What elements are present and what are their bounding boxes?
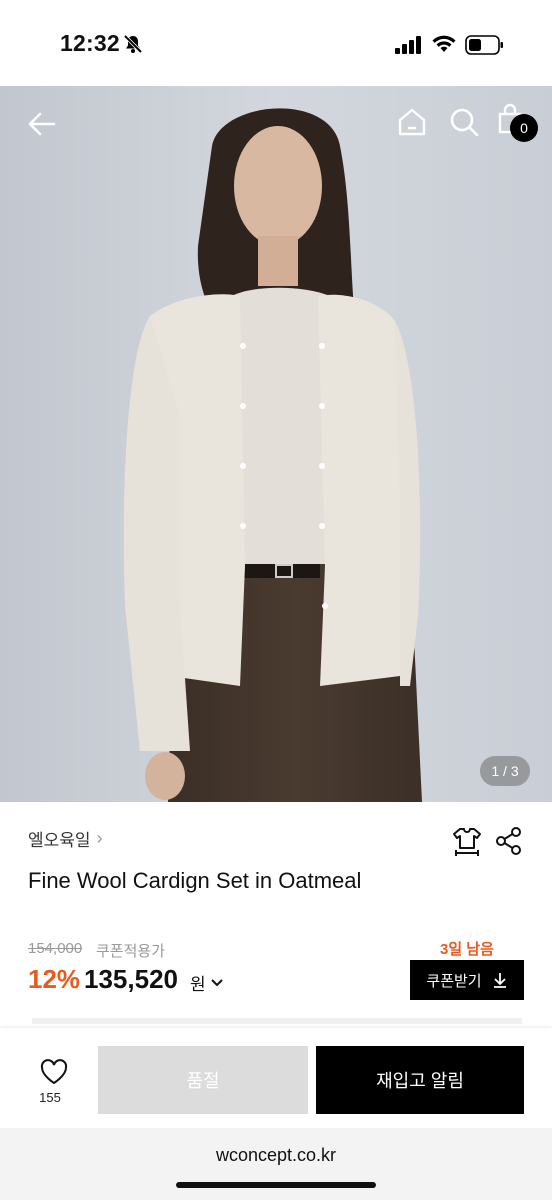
brand-link[interactable]: 엘오육일 ›: [28, 826, 103, 851]
battery-icon: [465, 35, 503, 55]
back-arrow-icon[interactable]: [24, 106, 60, 142]
wifi-icon: [432, 35, 456, 52]
bell-off-icon: [123, 34, 143, 54]
product-image-carousel[interactable]: 0 1 / 3: [0, 86, 552, 802]
cellular-signal-icon: [395, 36, 421, 54]
restock-alert-button[interactable]: 재입고 알림: [316, 1046, 524, 1114]
section-divider: [32, 1018, 522, 1024]
cart-count-badge: 0: [510, 114, 538, 142]
image-page-indicator: 1 / 3: [480, 756, 530, 786]
search-icon[interactable]: [446, 104, 482, 140]
download-icon: [493, 973, 506, 988]
product-photo: [0, 86, 552, 802]
like-count: 155: [39, 1090, 61, 1105]
sold-out-button: 품절: [98, 1046, 308, 1114]
product-title: Fine Wool Cardign Set in Oatmeal: [28, 868, 362, 893]
chevron-right-icon: ›: [96, 828, 103, 848]
original-price: 154,000: [28, 940, 83, 957]
coupon-price-label: 쿠폰적용가: [96, 943, 166, 960]
home-icon[interactable]: [394, 104, 430, 140]
size-guide-icon[interactable]: [450, 824, 484, 858]
url-text[interactable]: wconcept.co.kr: [0, 1145, 552, 1166]
status-bar: 12:32: [0, 0, 552, 86]
share-icon[interactable]: [492, 824, 526, 858]
get-coupon-button[interactable]: 쿠폰받기: [410, 960, 524, 1000]
status-time: 12:32: [60, 30, 120, 56]
home-indicator[interactable]: [176, 1182, 376, 1188]
price-detail-toggle[interactable]: 원: [190, 970, 224, 995]
like-button[interactable]: 155: [28, 1058, 72, 1108]
heart-icon: [40, 1059, 67, 1085]
sale-price: 135,520: [84, 964, 178, 994]
brand-name: 엘오육일: [28, 831, 91, 850]
chevron-down-icon: [210, 978, 223, 986]
coupon-days-left: 3일 남음: [440, 941, 494, 958]
discount-rate: 12%: [28, 964, 81, 994]
get-coupon-label: 쿠폰받기: [426, 972, 482, 990]
currency-unit: 원: [190, 975, 206, 994]
